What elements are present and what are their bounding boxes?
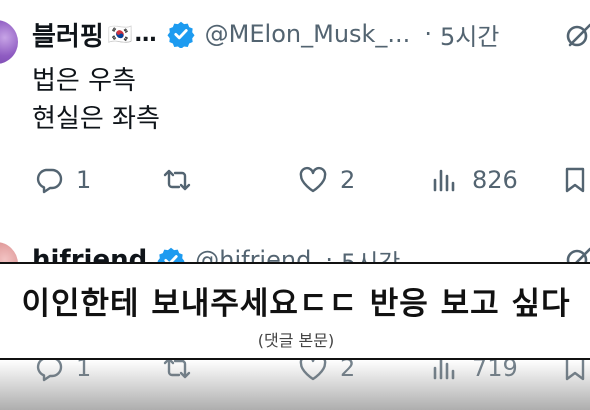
subtitle-note-text: (댓글 본문) bbox=[257, 331, 335, 350]
subtitle-caption: 이인한테 보내주세요ㄷㄷ 반응 보고 싶다 (댓글 본문) bbox=[0, 262, 590, 360]
views-icon bbox=[433, 169, 455, 192]
bottom-shade bbox=[0, 360, 590, 410]
tweet-header: 블러핑 🇰🇷 … @MElon_Musk_... · 5시간 bbox=[32, 14, 499, 54]
views-button[interactable]: 826 bbox=[430, 158, 518, 202]
verified-icon bbox=[167, 21, 195, 48]
like-count: 2 bbox=[340, 166, 356, 194]
avatar[interactable] bbox=[0, 20, 18, 64]
tweet-text: 법은 우측 현실은 좌측 bbox=[32, 62, 160, 138]
action-bar: 1 2 826 bbox=[0, 158, 590, 202]
like-icon bbox=[299, 166, 327, 193]
tweet-card[interactable]: 블러핑 🇰🇷 … @MElon_Musk_... · 5시간 법은 우측 현실은… bbox=[0, 0, 590, 232]
retweet-icon bbox=[163, 169, 191, 191]
display-name[interactable]: 블러핑 bbox=[32, 16, 104, 53]
retweet-button[interactable] bbox=[162, 158, 204, 202]
timestamp[interactable]: 5시간 bbox=[440, 17, 499, 52]
separator-dot: · bbox=[424, 20, 432, 48]
views-count: 826 bbox=[472, 166, 518, 194]
like-button[interactable]: 2 bbox=[298, 158, 355, 202]
bookmark-icon bbox=[565, 167, 585, 193]
bookmark-button[interactable] bbox=[560, 158, 590, 202]
reply-icon bbox=[36, 168, 63, 194]
name-ellipsis: … bbox=[134, 21, 157, 47]
reply-button[interactable]: 1 bbox=[34, 158, 91, 202]
grok-icon[interactable] bbox=[564, 20, 590, 50]
subtitle-main-text: 이인한테 보내주세요ㄷㄷ 반응 보고 싶다 bbox=[21, 286, 571, 322]
flag-emoji: 🇰🇷 bbox=[107, 22, 133, 46]
reply-count: 1 bbox=[76, 166, 92, 194]
tweet-text-line: 법은 우측 bbox=[32, 66, 136, 96]
handle[interactable]: @MElon_Musk_... bbox=[205, 20, 411, 48]
tweet-text-line: 현실은 좌측 bbox=[32, 104, 160, 134]
